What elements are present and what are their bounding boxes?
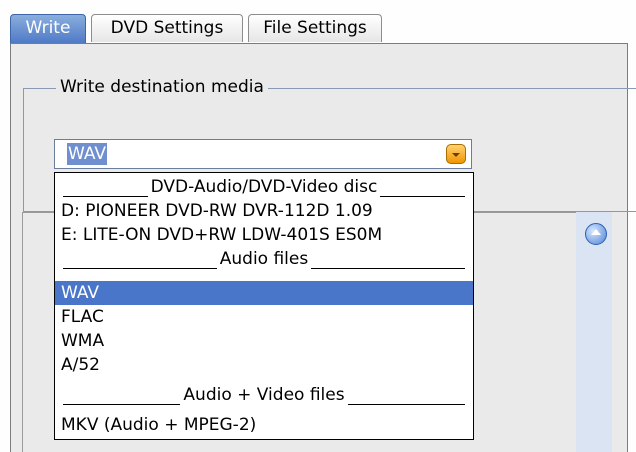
tab-write[interactable]: Write: [10, 14, 86, 44]
tab-file-settings[interactable]: File Settings: [248, 14, 382, 42]
combobox-value: WAV: [67, 143, 108, 165]
scroll-up-icon[interactable]: [585, 223, 607, 245]
dropdown-option-flac[interactable]: FLAC: [55, 305, 473, 329]
dropdown-option-wma[interactable]: WMA: [55, 329, 473, 353]
dropdown-option-a52[interactable]: A/52: [55, 353, 473, 377]
chevron-down-icon[interactable]: [446, 144, 466, 164]
destination-media-dropdown: DVD-Audio/DVD-Video disc D: PIONEER DVD-…: [54, 172, 474, 440]
dropdown-group-header-dvd: DVD-Audio/DVD-Video disc: [55, 175, 473, 199]
dropdown-option-wav[interactable]: WAV: [55, 281, 473, 305]
tab-dvd-settings[interactable]: DVD Settings: [91, 14, 243, 42]
write-destination-title: Write destination media: [56, 74, 268, 100]
destination-media-combobox[interactable]: WAV: [54, 139, 472, 169]
dropdown-option-drive-d[interactable]: D: PIONEER DVD-RW DVR-112D 1.09: [55, 199, 473, 223]
dropdown-option-drive-e[interactable]: E: LITE-ON DVD+RW LDW-401S ES0M: [55, 223, 473, 247]
scrollbar[interactable]: [576, 212, 612, 452]
dropdown-group-header-audio-video: Audio + Video files: [55, 383, 473, 407]
dropdown-group-header-audio: Audio files: [55, 247, 473, 271]
dropdown-option-mkv[interactable]: MKV (Audio + MPEG-2): [55, 413, 473, 437]
